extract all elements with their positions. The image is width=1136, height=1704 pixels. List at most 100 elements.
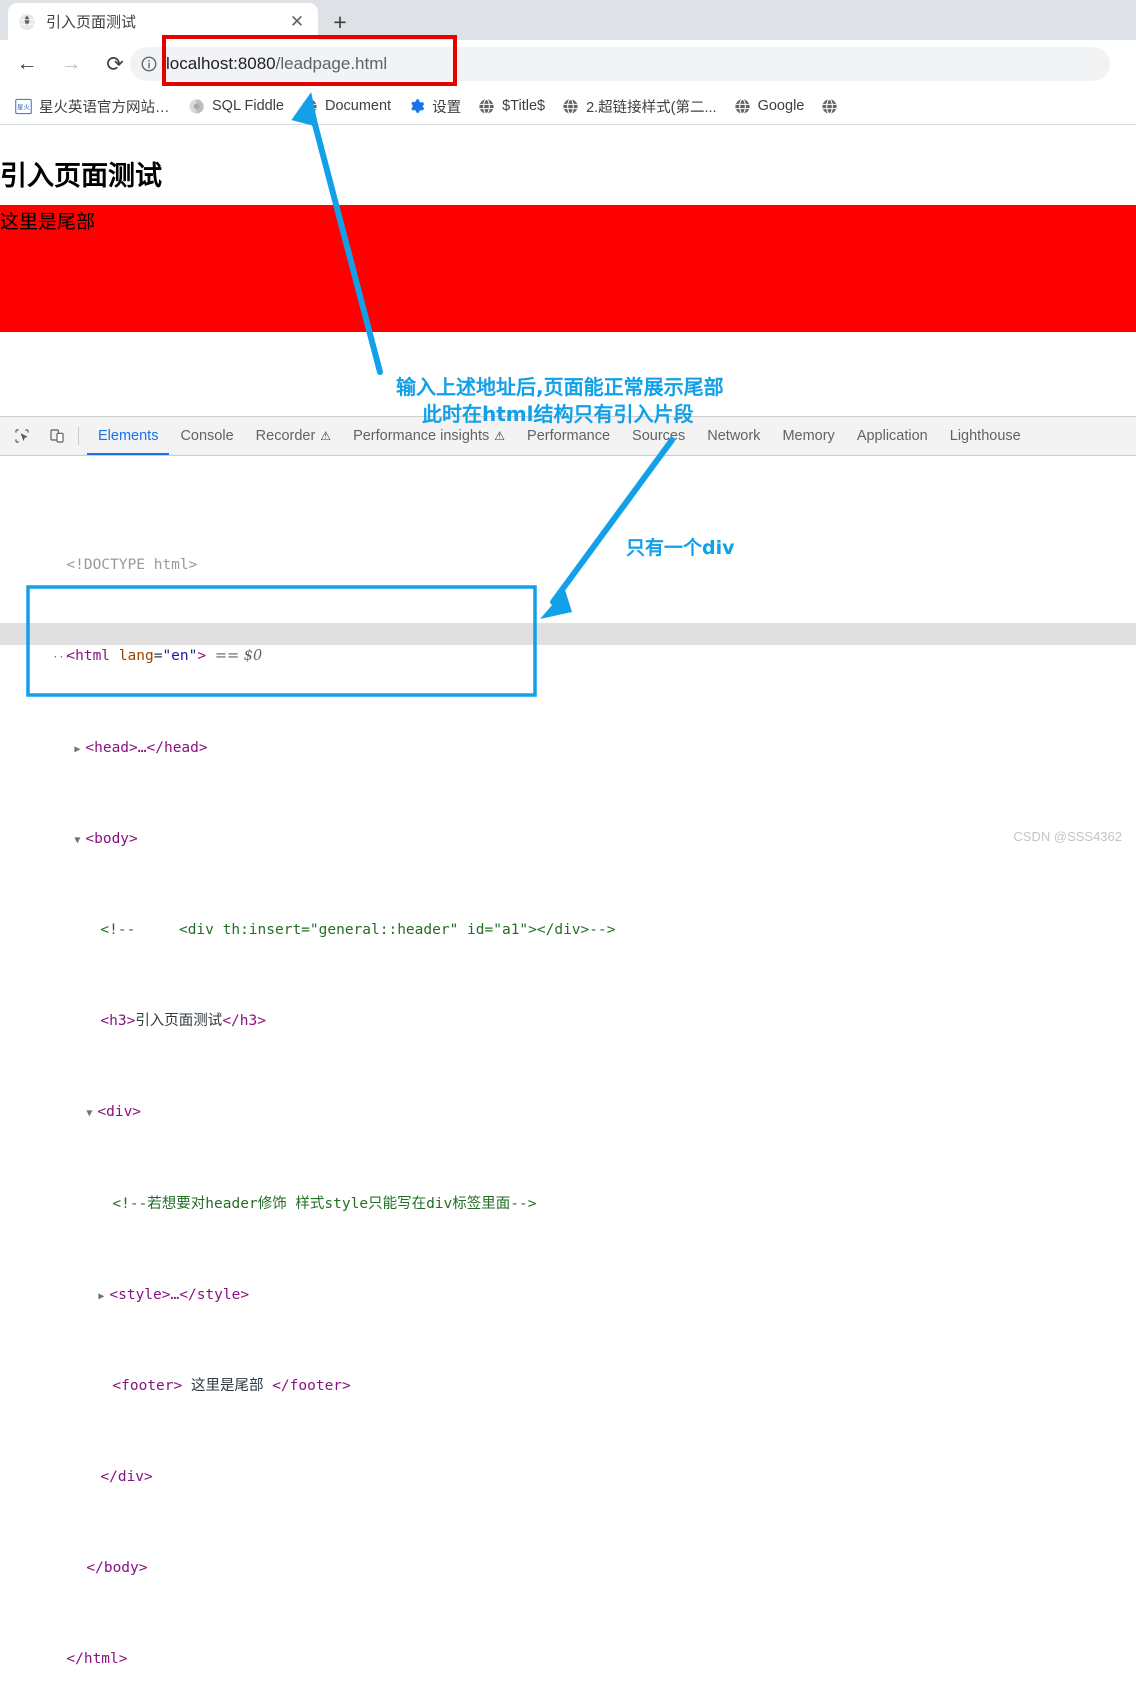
dom-html-open: <html: [66, 648, 111, 665]
bookmark-label: 2.超链接样式(第二...: [586, 99, 717, 116]
dom-row[interactable]: <footer> 这里是尾部 </footer>: [0, 1352, 1136, 1394]
bookmark-item[interactable]: Google: [727, 93, 812, 119]
expand-arrow-icon[interactable]: ▼: [86, 1103, 97, 1126]
toolbar-divider: [78, 427, 79, 445]
dom-h3-close: </h3>: [222, 1013, 266, 1030]
dom-footer-text: 这里是尾部: [182, 1377, 273, 1394]
dom-row[interactable]: <!DOCTYPE html>: [0, 531, 1136, 573]
annotation-note-1-line-1: 输入上述地址后,页面能正常展示尾部: [396, 375, 724, 399]
info-circle-icon[interactable]: [140, 55, 158, 73]
dom-body-open: <body>: [85, 830, 138, 847]
sql-fiddle-icon: [188, 98, 205, 115]
bookmark-label: 设置: [432, 99, 462, 116]
globe-icon: [821, 98, 838, 115]
globe-icon: [18, 13, 36, 31]
dom-h3-text: 引入页面测试: [135, 1013, 223, 1030]
dom-row[interactable]: </html>: [0, 1626, 1136, 1667]
bookmark-label: SQL Fiddle: [212, 98, 284, 114]
page-title: 引入页面测试: [0, 161, 162, 192]
dom-html-attr-value: "en": [162, 648, 198, 665]
bookmark-item[interactable]: [814, 93, 852, 119]
tab-console[interactable]: Console: [169, 417, 244, 455]
tab-label: Console: [180, 428, 234, 444]
dom-row[interactable]: ▶ <style>…</style>: [0, 1261, 1136, 1303]
tab-label: Performance: [527, 428, 611, 444]
globe-icon: [734, 98, 751, 115]
inspect-cursor-icon[interactable]: [9, 423, 35, 449]
bookmark-label: Google: [757, 98, 805, 114]
xinghuo-icon: 星火: [15, 98, 32, 115]
tab-label: Elements: [98, 428, 159, 444]
bookmark-item[interactable]: Document: [294, 93, 398, 119]
dom-footer-open: <footer>: [112, 1377, 183, 1394]
browser-chrome: 引入页面测试 ✕ + ← → ⟳ localhost:8080/leadpage…: [0, 0, 1136, 125]
tab-elements[interactable]: Elements: [87, 417, 169, 455]
tab-lighthouse[interactable]: Lighthouse: [939, 417, 1032, 455]
tab-recorder[interactable]: Recorder ⚠: [245, 417, 342, 455]
dom-body-close: </body>: [86, 1560, 148, 1577]
bookmark-label: 星火英语官方网站-...: [39, 99, 171, 116]
close-icon[interactable]: ✕: [286, 11, 308, 33]
dom-html-attr-name: lang: [118, 648, 154, 665]
dom-head: <head>…</head>: [85, 739, 208, 756]
dom-row[interactable]: ▼ <body>: [0, 805, 1136, 847]
globe-icon: [301, 98, 318, 115]
watermark: CSDN @SSS4362: [1013, 829, 1122, 844]
dom-row[interactable]: </body>: [0, 1534, 1136, 1576]
device-toolbar-icon[interactable]: [44, 423, 70, 449]
tab-label: Network: [707, 428, 761, 444]
dom-row[interactable]: <!--若想要对header修饰 样式style只能写在div标签里面-->: [0, 1170, 1136, 1212]
bookmarks-bar: 星火 星火英语官方网站-... SQL Fiddle Document 设置 $…: [0, 88, 1136, 125]
tab-strip: 引入页面测试 ✕ +: [0, 0, 1136, 40]
dom-row[interactable]: <h3>引入页面测试</h3>: [0, 987, 1136, 1029]
tab-title: 引入页面测试: [46, 14, 137, 31]
bookmark-item[interactable]: 设置: [401, 93, 468, 119]
dom-div-open: <div>: [97, 1104, 142, 1121]
reload-icon[interactable]: ⟳: [98, 47, 132, 81]
bookmark-label: Document: [325, 98, 392, 114]
bookmark-item[interactable]: 星火 星火英语官方网站-...: [8, 93, 178, 119]
address-bar[interactable]: localhost:8080/leadpage.html: [130, 47, 1110, 81]
dom-row[interactable]: ···<html lang="en"> == $0: [0, 622, 1136, 664]
dom-tree[interactable]: <!DOCTYPE html> ···<html lang="en"> == $…: [0, 456, 1136, 1667]
forward-icon: →: [60, 52, 82, 75]
globe-icon: [562, 98, 579, 115]
dom-row[interactable]: ▶ <head>…</head>: [0, 714, 1136, 756]
collapse-arrow-icon[interactable]: ▶: [74, 739, 85, 762]
tab-label: Application: [856, 428, 928, 444]
address-bar-text: localhost:8080/leadpage.html: [166, 54, 387, 74]
warning-icon: ⚠: [320, 429, 332, 443]
dom-row[interactable]: ▼ <div>: [0, 1079, 1136, 1120]
back-icon[interactable]: ←: [10, 47, 44, 81]
tab-memory[interactable]: Memory: [771, 417, 845, 455]
tab-label: Memory: [782, 428, 835, 444]
dom-html-close: </html>: [66, 1651, 128, 1668]
tab-label: Lighthouse: [949, 428, 1021, 444]
expand-arrow-icon[interactable]: ▼: [74, 830, 85, 853]
dom-row[interactable]: </div>: [0, 1443, 1136, 1485]
warning-icon: ⚠: [494, 429, 506, 443]
gear-icon: [408, 98, 425, 115]
svg-text:星火: 星火: [17, 102, 30, 110]
browser-tab[interactable]: 引入页面测试 ✕: [8, 3, 318, 40]
collapse-arrow-icon[interactable]: ▶: [98, 1286, 109, 1309]
dom-comment-header: <!-- <div th:insert="general::header" id…: [100, 921, 616, 938]
bookmark-item[interactable]: $Title$: [471, 93, 552, 119]
dom-row[interactable]: <!-- <div th:insert="general::header" id…: [0, 896, 1136, 938]
dom-footer-close: </footer>: [272, 1377, 351, 1394]
bookmark-item[interactable]: 2.超链接样式(第二...: [555, 93, 724, 119]
annotation-note-2: 只有一个div: [626, 537, 735, 559]
dom-html-bracket: >: [197, 648, 207, 665]
bookmark-item[interactable]: SQL Fiddle: [181, 93, 291, 119]
tab-label: Sources: [632, 428, 686, 444]
annotation-note-1-line-2: 此时在html结构只有引入片段: [422, 402, 694, 426]
annotation-note-1: 输入上述地址后,页面能正常展示尾部 此时在html结构只有引入片段: [396, 374, 724, 428]
expand-arrow-icon[interactable]: ···: [52, 647, 70, 670]
tab-application[interactable]: Application: [846, 417, 939, 455]
page-viewport: 引入页面测试 这里是尾部: [0, 126, 1136, 416]
new-tab-button[interactable]: +: [326, 8, 354, 36]
dom-div-close: </div>: [100, 1469, 153, 1486]
devtools-panel: Elements Console Recorder ⚠ Performance i…: [0, 416, 1136, 1667]
dom-h3-open: <h3>: [100, 1013, 136, 1030]
bookmark-label: $Title$: [502, 98, 546, 114]
